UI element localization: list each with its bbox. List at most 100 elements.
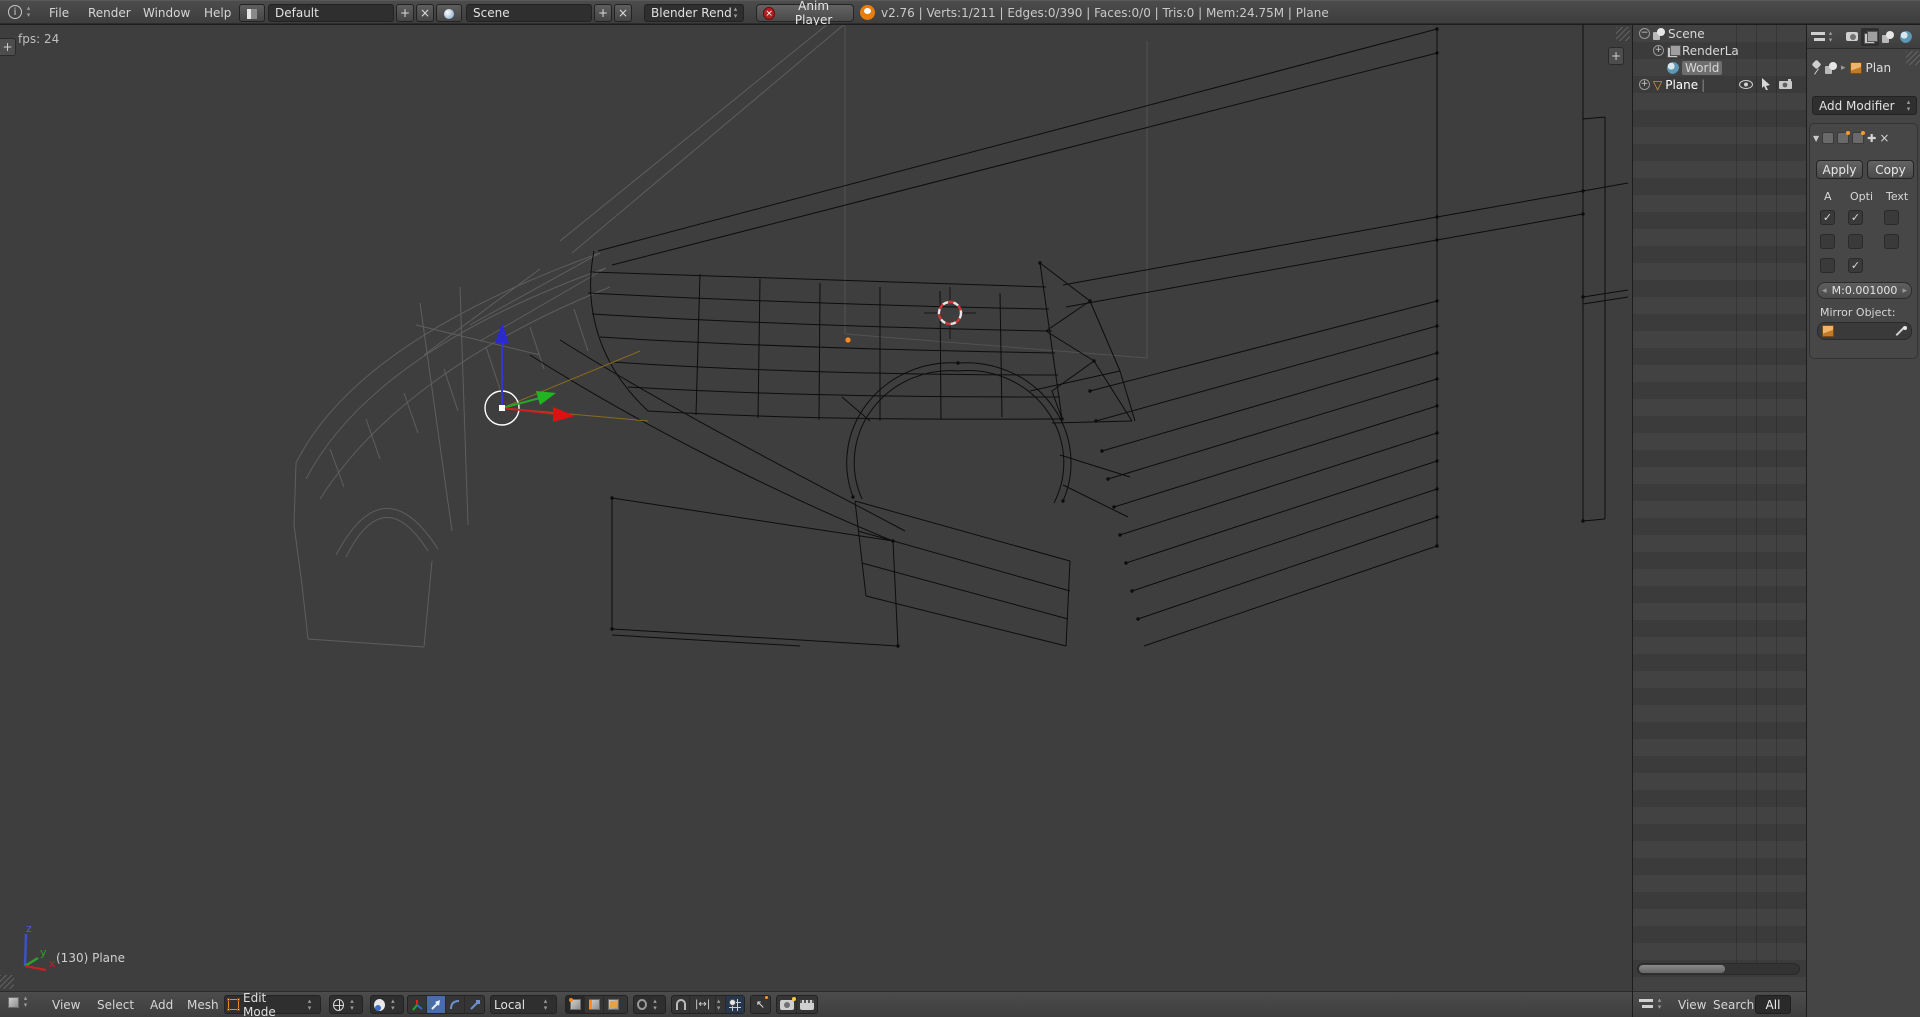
- scene-add-button[interactable]: +: [594, 4, 612, 22]
- pivot-point-dropdown[interactable]: ▴▾: [370, 995, 404, 1014]
- area-resize-grip-bottom-left[interactable]: [0, 975, 14, 989]
- manipulator-toggle-button[interactable]: [408, 996, 427, 1013]
- menu-file[interactable]: File: [49, 1, 69, 25]
- edge-select-button[interactable]: [585, 996, 604, 1013]
- checkbox-texture-v[interactable]: [1884, 234, 1899, 249]
- outliner-item-plane[interactable]: + ▽ Plane |: [1633, 76, 1806, 93]
- tab-render[interactable]: [1843, 28, 1861, 46]
- selected-vertex[interactable]: [845, 337, 850, 342]
- proportional-edit-dropdown[interactable]: ▴▾: [633, 995, 666, 1014]
- rotate-arc-icon: [449, 999, 461, 1011]
- expand-icon[interactable]: +: [1639, 79, 1650, 90]
- checkbox-vertex-groups[interactable]: ✓: [1848, 258, 1863, 273]
- slider-increase-icon[interactable]: ▸: [1902, 283, 1907, 299]
- scene-value: Scene: [467, 6, 591, 20]
- menu-view[interactable]: View: [52, 992, 80, 1017]
- scene-field[interactable]: Scene: [466, 4, 592, 22]
- scrollbar-thumb[interactable]: [1639, 965, 1725, 973]
- transform-orientation-dropdown[interactable]: Local ▴▾: [490, 995, 557, 1014]
- opengl-render-anim-button[interactable]: [797, 996, 817, 1013]
- properties-shelf-expand-button[interactable]: +: [1608, 47, 1624, 65]
- checkbox-merge[interactable]: ✓: [1848, 210, 1863, 225]
- mode-dropdown[interactable]: Edit Mode ▴▾: [224, 995, 321, 1014]
- menu-render[interactable]: Render: [88, 1, 131, 25]
- screen-layout-close-button[interactable]: ×: [416, 4, 434, 22]
- checkbox-texture-u[interactable]: [1884, 210, 1899, 225]
- visibility-eye-icon[interactable]: [1739, 80, 1753, 89]
- outliner-item-scene[interactable]: − Scene: [1633, 25, 1806, 42]
- outliner-menu-view[interactable]: View: [1678, 992, 1706, 1017]
- menu-add[interactable]: Add: [150, 992, 173, 1017]
- renderability-camera-icon[interactable]: [1779, 79, 1793, 89]
- modifier-editmode-toggle-icon[interactable]: [1852, 132, 1864, 144]
- modifier-render-toggle-icon[interactable]: [1822, 132, 1834, 144]
- tab-scene[interactable]: [1879, 28, 1897, 46]
- checkbox-clipping[interactable]: [1848, 234, 1863, 249]
- 3d-cursor: [924, 287, 976, 339]
- screen-layout-add-button[interactable]: +: [396, 4, 414, 22]
- snap-element-dropdown[interactable]: |↔|: [690, 996, 715, 1013]
- add-modifier-dropdown[interactable]: Add Modifier ▴▾: [1812, 96, 1917, 115]
- pin-icon[interactable]: [1811, 61, 1821, 75]
- area-resize-grip-top-right[interactable]: [1616, 27, 1630, 41]
- tool-shelf-expand-button[interactable]: +: [0, 38, 16, 56]
- modifier-view-toggle-icon[interactable]: [1837, 132, 1849, 144]
- info-header: i ▴▾ File Render Window Help Default + ×…: [0, 0, 1920, 24]
- opengl-render-image-button[interactable]: [777, 996, 797, 1013]
- face-select-icon: [608, 999, 619, 1010]
- menu-help[interactable]: Help: [204, 1, 231, 25]
- mirror-object-field[interactable]: [1817, 322, 1912, 340]
- outliner-item-renderlayers[interactable]: + RenderLa: [1633, 42, 1806, 59]
- modifier-move-icon[interactable]: ✚: [1867, 132, 1876, 145]
- panel-collapse-icon[interactable]: ▼: [1813, 134, 1819, 143]
- 3d-viewport[interactable]: z y x fps: 24 (130) Plane + + ▴▾ View Se…: [0, 25, 1632, 1017]
- tab-world[interactable]: [1897, 28, 1915, 46]
- slider-decrease-icon[interactable]: ◂: [1822, 283, 1827, 299]
- scale-manipulator-button[interactable]: [465, 996, 484, 1013]
- modifier-copy-button[interactable]: Copy: [1867, 160, 1914, 179]
- merge-limit-slider[interactable]: ◂ M:0.001000 ▸: [1817, 282, 1912, 299]
- snap-toggle-button[interactable]: [672, 996, 690, 1013]
- anim-player-label: Anim Player: [780, 0, 847, 27]
- checkbox-axis-y[interactable]: [1820, 234, 1835, 249]
- menu-mesh[interactable]: Mesh: [187, 992, 219, 1017]
- checkbox-axis-x[interactable]: ✓: [1820, 210, 1835, 225]
- selectability-cursor-icon[interactable]: [1761, 78, 1771, 90]
- outliner-h-scrollbar[interactable]: [1637, 963, 1800, 975]
- editor-type-selector-info[interactable]: i ▴▾: [8, 5, 36, 19]
- viewport-shading-dropdown[interactable]: ▴▾: [329, 995, 363, 1014]
- outliner-menu-search[interactable]: Search: [1713, 992, 1754, 1017]
- face-select-button[interactable]: [604, 996, 623, 1013]
- snap-arrows-icon: ▴▾: [716, 998, 722, 1012]
- expand-icon[interactable]: +: [1653, 45, 1664, 56]
- menu-select[interactable]: Select: [97, 992, 134, 1017]
- menu-window[interactable]: Window: [143, 1, 190, 25]
- mesh-data-icon: ▽: [1653, 79, 1662, 91]
- render-engine-dropdown[interactable]: Blender Render ▴▾: [644, 4, 744, 22]
- modifier-delete-icon[interactable]: ×: [1879, 131, 1889, 145]
- checkbox-axis-z[interactable]: [1820, 258, 1835, 273]
- editor-type-selector-outliner[interactable]: ▴▾: [1639, 997, 1667, 1011]
- modifier-apply-button[interactable]: Apply: [1816, 160, 1863, 179]
- manipulate-centers-button[interactable]: ↖: [751, 996, 770, 1013]
- rotate-manipulator-button[interactable]: [446, 996, 465, 1013]
- screen-layout-browse-button[interactable]: [239, 4, 265, 22]
- screen-layout-field[interactable]: Default: [268, 4, 394, 22]
- outliner-display-filter[interactable]: All: [1755, 995, 1791, 1014]
- anim-player-button[interactable]: × Anim Player: [756, 4, 854, 22]
- eyedropper-icon[interactable]: [1896, 326, 1907, 337]
- outliner-item-world[interactable]: World: [1633, 59, 1806, 76]
- manipulate-centers-group: ↖: [750, 995, 771, 1014]
- vertex-select-button[interactable]: [566, 996, 585, 1013]
- scene-close-button[interactable]: ×: [614, 4, 632, 22]
- column-label-textures: Text: [1886, 190, 1908, 203]
- collapse-icon[interactable]: −: [1639, 28, 1650, 39]
- snap-element-arrows[interactable]: ▴▾: [716, 996, 726, 1013]
- tab-render-layers[interactable]: [1861, 28, 1879, 46]
- snap-target-button[interactable]: [726, 996, 744, 1013]
- scene-browse-button[interactable]: [436, 4, 462, 22]
- clapperboard-icon: [800, 1000, 814, 1010]
- editor-type-selector-properties[interactable]: ▴▾: [1811, 30, 1838, 44]
- translate-manipulator-button[interactable]: [427, 996, 446, 1013]
- editor-type-selector-3dview[interactable]: ▴▾: [8, 995, 33, 1009]
